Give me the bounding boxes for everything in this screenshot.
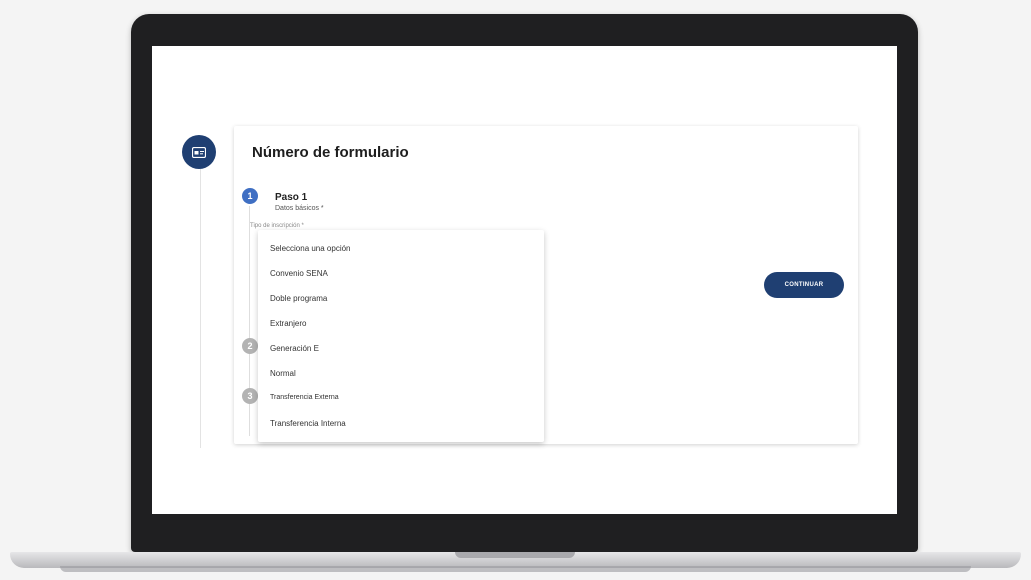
dropdown-option[interactable]: Normal <box>270 369 296 378</box>
page-title: Número de formulario <box>252 144 409 161</box>
laptop-base-shadow <box>60 566 971 572</box>
registration-type-dropdown: Selecciona una opción Convenio SENA Dobl… <box>258 230 544 442</box>
dropdown-option[interactable]: Extranjero <box>270 319 306 328</box>
registration-type-label: Tipo de inscripción * <box>250 223 304 229</box>
dropdown-option[interactable]: Transferencia Interna <box>270 419 346 428</box>
step-3-indicator[interactable]: 3 <box>242 388 258 404</box>
form-card: Número de formulario 1 Paso 1 Datos bási… <box>234 126 858 444</box>
dropdown-option[interactable]: Generación E <box>270 344 319 353</box>
dropdown-option[interactable]: Transferencia Externa <box>270 394 339 401</box>
dropdown-option[interactable]: Selecciona una opción <box>270 244 351 253</box>
continue-button[interactable]: CONTINUAR <box>764 272 844 298</box>
step-2-indicator[interactable]: 2 <box>242 338 258 354</box>
laptop-hinge-notch <box>455 552 575 558</box>
timeline-line <box>200 146 201 448</box>
app-screen: Número de formulario 1 Paso 1 Datos bási… <box>152 46 897 514</box>
step-1-title: Paso 1 <box>275 192 308 203</box>
form-card-icon <box>182 135 216 169</box>
dropdown-option[interactable]: Convenio SENA <box>270 269 328 278</box>
id-card-icon <box>192 146 206 158</box>
dropdown-option[interactable]: Doble programa <box>270 294 327 303</box>
step-1-indicator[interactable]: 1 <box>242 188 258 204</box>
step-1-subtitle: Datos básicos * <box>275 205 324 212</box>
